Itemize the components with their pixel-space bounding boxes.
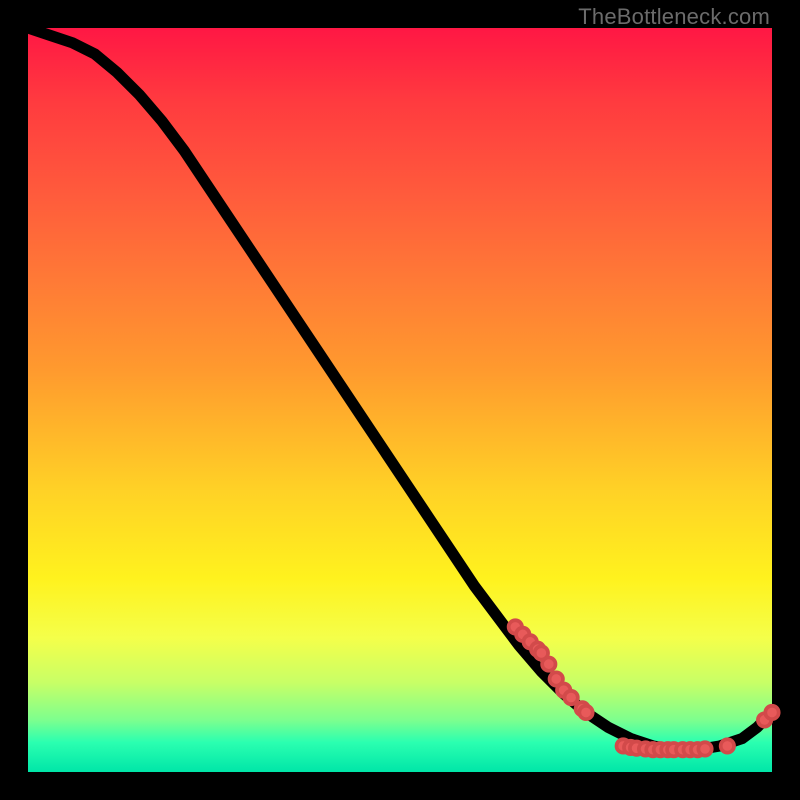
watermark-label: TheBottleneck.com bbox=[578, 4, 770, 30]
curve-line bbox=[28, 28, 772, 750]
chart-container: TheBottleneck.com bbox=[0, 0, 800, 800]
data-marker bbox=[542, 657, 555, 670]
data-marker bbox=[579, 706, 592, 719]
data-marker bbox=[721, 739, 734, 752]
data-marker bbox=[765, 706, 778, 719]
chart-svg bbox=[28, 28, 772, 772]
data-marker bbox=[564, 691, 577, 704]
data-marker bbox=[698, 742, 711, 755]
